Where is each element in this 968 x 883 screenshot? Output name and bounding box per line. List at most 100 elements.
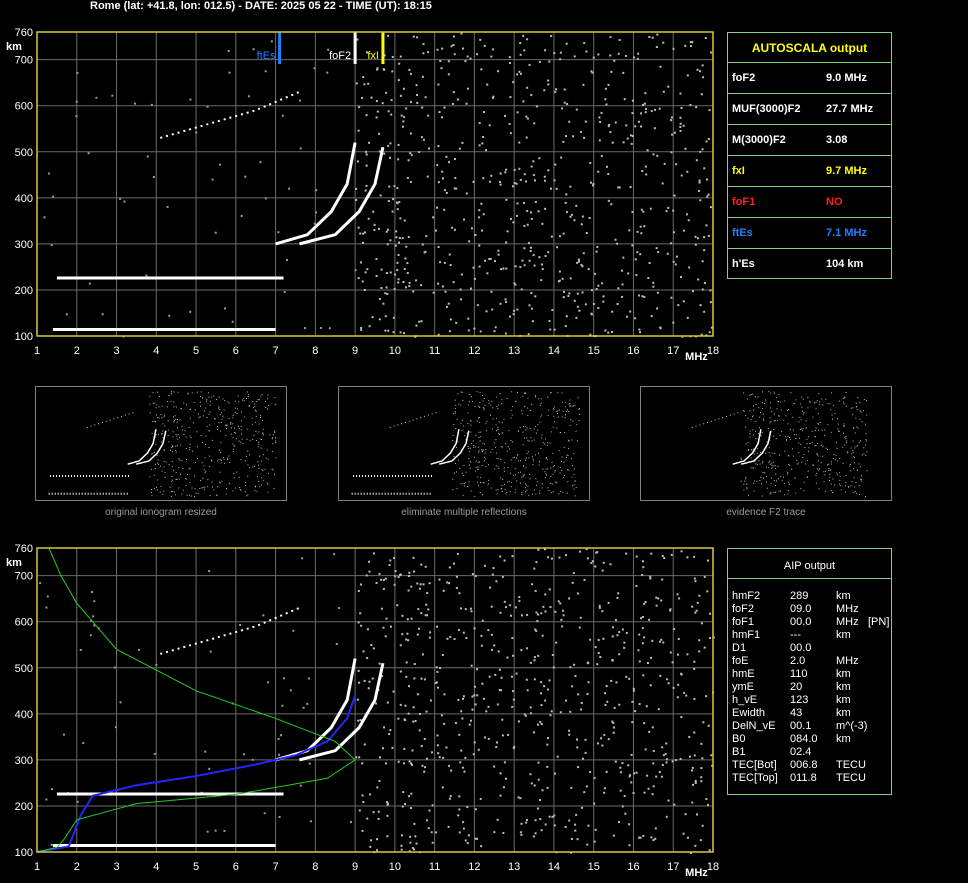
noise-point (700, 767, 703, 770)
thumb-noise (827, 424, 829, 426)
thumb-noise (171, 461, 173, 463)
noise-point (518, 167, 521, 170)
thumbnail-image (640, 386, 892, 501)
noise-point (359, 719, 362, 722)
thumb-noise (853, 492, 855, 494)
x-tick-label: 9 (352, 861, 358, 873)
thumb-noise (206, 417, 208, 419)
thumb-noise (772, 466, 774, 468)
thumb-noise (830, 431, 832, 433)
noise-point (490, 648, 493, 651)
noise-point (423, 738, 426, 741)
noise-point (504, 332, 507, 335)
noise-point (529, 712, 532, 715)
noise-point (410, 617, 413, 620)
noise-point (523, 264, 526, 267)
aip-key: TEC[Bot] (732, 759, 777, 771)
thumb-noise (781, 431, 783, 433)
noise-point (365, 153, 368, 156)
thumb-noise (865, 440, 867, 442)
noise-point (399, 55, 402, 58)
noise-point (309, 820, 312, 823)
aip-value: 110 (790, 668, 808, 680)
noise-point (458, 147, 461, 150)
noise-point (559, 711, 562, 714)
noise-point (548, 588, 551, 591)
thumb-noise (531, 440, 533, 442)
thumb-noise (163, 460, 165, 462)
thumb-noise (535, 432, 537, 434)
thumb-noise (855, 482, 857, 484)
noise-point (404, 257, 407, 260)
noise-point (635, 585, 638, 588)
noise-point (543, 175, 546, 178)
thumb-noise (521, 410, 523, 412)
thumb-noise (170, 490, 172, 492)
thumb-noise (849, 464, 851, 466)
noise-point (581, 215, 584, 218)
noise-point (660, 599, 663, 602)
noise-point (478, 244, 481, 247)
noise-point (409, 152, 412, 155)
thumb-noise (752, 429, 754, 431)
noise-point (397, 717, 400, 720)
thumb-noise (161, 405, 163, 407)
noise-point (569, 185, 572, 188)
thumb-noise (185, 436, 187, 438)
thumb-noise (775, 484, 777, 486)
thumb-noise (175, 478, 177, 480)
thumb-noise (773, 435, 775, 437)
noise-point (590, 181, 593, 184)
thumb-noise (524, 406, 526, 408)
noise-point (643, 791, 646, 794)
autoscala-panel: AUTOSCALA output foF2 9.0 MHz MUF(3000)F2 2… (727, 32, 892, 279)
noise-point (534, 628, 537, 631)
noise-point (570, 213, 573, 216)
thumb-noise (771, 411, 773, 413)
noise-point (531, 320, 534, 323)
thumb-noise (775, 491, 777, 493)
aip-unit: m^(-3) (836, 720, 868, 732)
thumb-noise (853, 456, 855, 458)
thumb-noise (522, 465, 524, 467)
thumb-noise (206, 399, 208, 401)
noise-point (553, 814, 556, 817)
noise-point (699, 199, 702, 202)
thumb-noise (468, 448, 470, 450)
thumb-noise (533, 489, 535, 491)
thumb-noise (155, 444, 157, 446)
thumb-noise (761, 407, 763, 409)
noise-point (621, 283, 624, 286)
noise-point (587, 824, 590, 827)
thumb-noise (188, 426, 190, 428)
noise-point (414, 720, 417, 723)
noise-point (698, 594, 701, 597)
thumb-noise (172, 421, 174, 423)
noise-point (278, 753, 281, 756)
noise-point (452, 562, 455, 565)
noise-point (569, 666, 572, 669)
thumb-noise (218, 422, 220, 424)
y-tick-label: 600 (15, 617, 33, 629)
thumb-noise (497, 407, 499, 409)
thumb-noise (263, 479, 265, 481)
noise-point (459, 298, 462, 301)
noise-point (613, 59, 616, 62)
thumb-noise (517, 453, 519, 455)
aip-value: 00.0 (790, 642, 812, 654)
thumb-noise (179, 437, 181, 439)
thumb-noise (185, 485, 187, 487)
thumb-noise (196, 431, 198, 433)
noise-point (389, 239, 392, 242)
noise-point (89, 634, 92, 637)
thumb-noise (217, 486, 219, 488)
noise-point (425, 757, 428, 760)
noise-point (525, 136, 528, 139)
thumb-noise (174, 415, 176, 417)
noise-point (701, 260, 704, 263)
thumb-noise (559, 466, 561, 468)
noise-point (383, 578, 386, 581)
noise-point (415, 279, 418, 282)
noise-point (529, 706, 532, 709)
noise-point (313, 67, 316, 70)
